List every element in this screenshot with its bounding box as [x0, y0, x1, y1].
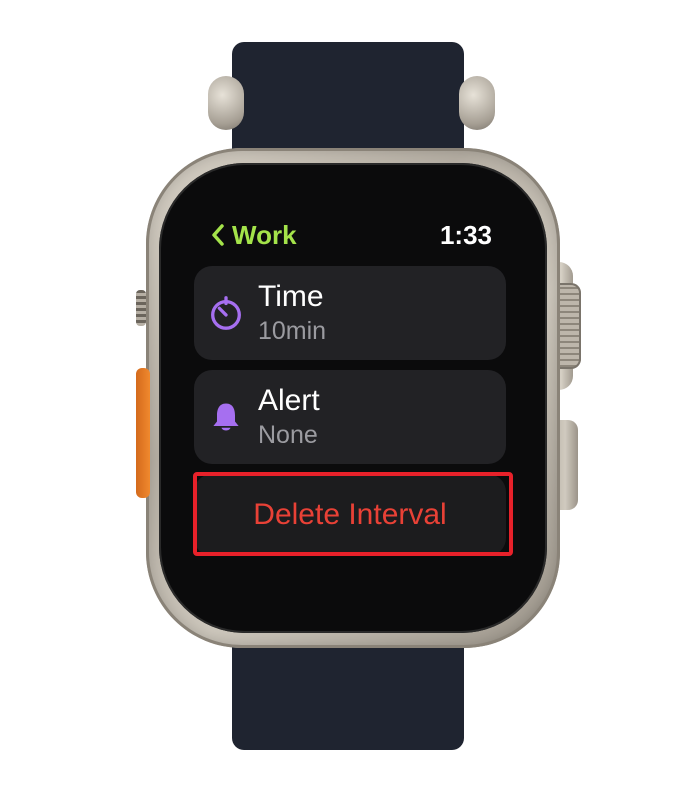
back-label: Work [232, 219, 297, 250]
band-lug-left [208, 76, 244, 130]
action-button[interactable] [136, 368, 150, 498]
alert-value: None [258, 421, 318, 449]
time-value: 10min [258, 317, 327, 345]
time-title: Time [258, 280, 324, 313]
time-setting-row[interactable]: Time 10min [194, 266, 506, 360]
alert-setting-row[interactable]: Alert None [194, 370, 506, 464]
chevron-left-icon [212, 224, 224, 246]
back-button[interactable]: Work [210, 220, 297, 251]
bell-icon [206, 397, 246, 437]
screen-header: Work 1:33 [210, 218, 492, 252]
band-lug-right [459, 76, 495, 130]
clock: 1:33 [439, 219, 492, 250]
timer-icon [206, 293, 246, 333]
highlight-box [193, 472, 513, 556]
speaker-grille [136, 290, 146, 326]
alert-title: Alert [258, 384, 320, 417]
